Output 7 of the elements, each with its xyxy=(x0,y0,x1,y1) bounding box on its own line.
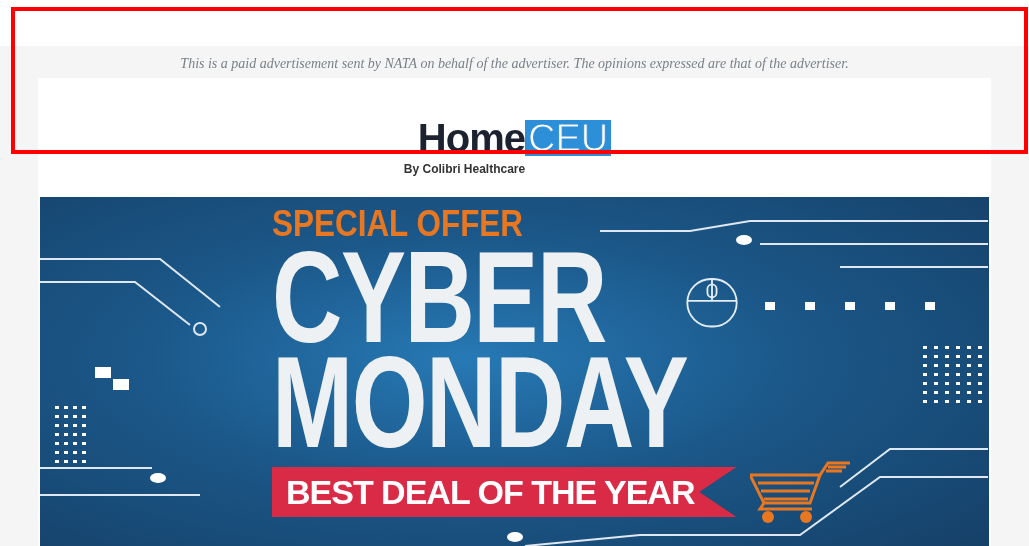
special-offer-text: SPECIAL OFFER xyxy=(272,203,524,245)
headline-text: MONDAY xyxy=(272,350,688,455)
headline-text: CYBER xyxy=(272,245,606,350)
logo-tagline: By Colibri Healthcare xyxy=(403,162,526,176)
shopping-cart-icon xyxy=(750,461,851,523)
disclaimer-text: This is a paid advertisement sent by NATA on behalf of the advertiser. The opinions expressed are that of the advertiser. xyxy=(179,55,850,73)
ribbon-banner: BEST DEAL OF THE YEAR xyxy=(272,467,737,517)
